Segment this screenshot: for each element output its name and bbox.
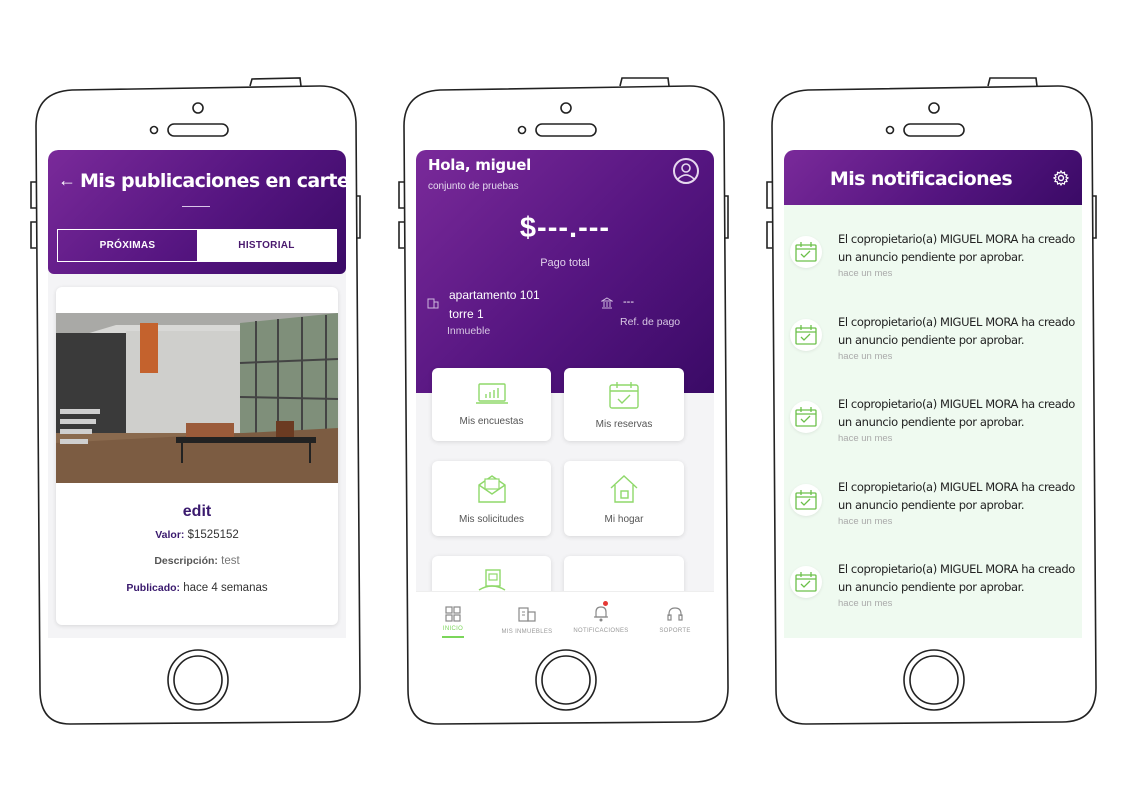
grid-icon xyxy=(445,606,461,622)
nav-mis-inmuebles[interactable]: MIS INMUEBLES xyxy=(490,592,564,638)
notification-text: El copropietario(a) MIGUEL MORA ha cread… xyxy=(838,397,1075,429)
property-line-1: apartamento 101 xyxy=(449,288,540,302)
notification-item[interactable]: El copropietario(a) MIGUEL MORA ha cread… xyxy=(784,478,1082,558)
tile-solicitudes[interactable]: Mis solicitudes xyxy=(432,461,551,536)
calendar-check-icon xyxy=(790,483,822,516)
valor-row: Valor: $1525152 xyxy=(56,529,338,541)
notification-item[interactable]: El copropietario(a) MIGUEL MORA ha cread… xyxy=(784,395,1082,475)
tab-historial[interactable]: HISTORIAL xyxy=(197,230,336,261)
notification-item[interactable]: El copropietario(a) MIGUEL MORA ha cread… xyxy=(784,230,1082,310)
calendar-check-icon xyxy=(790,318,822,351)
conjunto-name: conjunto de pruebas xyxy=(428,181,519,192)
greeting: Hola, miguel xyxy=(428,156,531,174)
nav-label: SOPORTE xyxy=(659,628,691,634)
gear-icon[interactable] xyxy=(1053,170,1069,186)
notification-item[interactable]: El copropietario(a) MIGUEL MORA ha cread… xyxy=(784,313,1082,393)
valor-label: Valor: xyxy=(155,529,185,541)
tile-label: Mis reservas xyxy=(595,419,653,430)
tile-reservas[interactable]: Mis reservas xyxy=(564,368,684,441)
header: Mis notificaciones xyxy=(784,150,1082,205)
screen-publicaciones: ← Mis publicaciones en cartelera PRÓXIMA… xyxy=(48,150,346,638)
tile-encuestas[interactable]: Mis encuestas xyxy=(432,368,551,441)
publicado-label: Publicado: xyxy=(126,582,181,594)
calendar-check-icon xyxy=(790,401,822,433)
notification-time: hace un mes xyxy=(838,268,893,279)
nav-inicio[interactable]: INICIO xyxy=(416,592,490,638)
avatar[interactable] xyxy=(673,158,699,184)
calendar-check-icon xyxy=(790,566,822,598)
header: Hola, miguel conjunto de pruebas $---.--… xyxy=(416,150,714,393)
laptop-chart-icon xyxy=(475,383,508,404)
building-icon xyxy=(518,607,536,622)
total-amount: $---.--- xyxy=(519,212,611,244)
descripcion-row: Descripción: test xyxy=(56,555,338,567)
property-info: apartamento 101 torre 1 xyxy=(449,286,540,324)
building-icon xyxy=(427,298,439,309)
notification-time: hace un mes xyxy=(838,350,893,362)
valor-value: $1525152 xyxy=(187,529,239,541)
descripcion-label: Descripción: xyxy=(154,555,218,567)
property-label: Inmueble xyxy=(447,325,491,337)
arrow-left-icon[interactable]: ← xyxy=(58,170,76,191)
header: ← Mis publicaciones en cartelera PRÓXIMA… xyxy=(48,150,346,274)
notification-dot xyxy=(603,601,608,606)
envelope-icon xyxy=(477,475,506,503)
nav-soporte[interactable]: SOPORTE xyxy=(638,592,712,638)
calendar-check-icon xyxy=(790,236,822,268)
bell-icon xyxy=(594,606,608,622)
house-icon xyxy=(610,475,638,503)
tile-mi-hogar[interactable]: Mi hogar xyxy=(564,461,684,536)
publication-image xyxy=(56,313,338,483)
tile-label: Mi hogar xyxy=(604,514,644,525)
tab-proximas[interactable]: PRÓXIMAS xyxy=(58,230,197,261)
notification-time: hace un mes xyxy=(838,515,893,527)
page-title: Mis publicaciones en cartelera xyxy=(80,170,346,192)
notification-text: El copropietario(a) MIGUEL MORA ha cread… xyxy=(838,314,1075,347)
active-indicator xyxy=(442,636,464,638)
nav-notificaciones[interactable]: NOTIFICACIONES xyxy=(564,592,638,638)
page-title: Mis notificaciones xyxy=(829,168,1013,190)
notification-text: El copropietario(a) MIGUEL MORA ha cread… xyxy=(838,232,1075,264)
notification-text: El copropietario(a) MIGUEL MORA ha cread… xyxy=(838,562,1075,594)
publicado-value: hace 4 semanas xyxy=(183,582,268,594)
payment-ref-label: Ref. de pago xyxy=(620,316,681,328)
notification-item[interactable]: El copropietario(a) MIGUEL MORA ha cread… xyxy=(784,560,1082,638)
payment-ref-value: --- xyxy=(623,296,634,308)
total-amount-label: Pago total xyxy=(540,257,590,269)
property-line-2: torre 1 xyxy=(449,307,484,321)
tab-bar: PRÓXIMAS HISTORIAL xyxy=(57,229,337,262)
calendar-check-icon xyxy=(609,382,639,409)
screen-notificaciones: Mis notificaciones El copropietario(a) M… xyxy=(784,150,1082,638)
notification-time: hace un mes xyxy=(838,598,893,609)
nav-label: MIS INMUEBLES xyxy=(501,629,553,635)
descripcion-value: test xyxy=(221,555,240,567)
publication-name: edit xyxy=(182,503,212,520)
publication-card[interactable]: edit Valor: $1525152 Descripción: test P… xyxy=(56,287,338,625)
notification-text: El copropietario(a) MIGUEL MORA ha cread… xyxy=(838,479,1075,512)
bank-icon xyxy=(601,297,613,309)
bottom-nav: INICIO MIS INMUEBLES NOTIFICACIONES SOPO… xyxy=(416,591,714,638)
publicado-row: Publicado: hace 4 semanas xyxy=(56,582,338,594)
tile-label: Mis encuestas xyxy=(459,416,524,427)
tile-label: Mis solicitudes xyxy=(458,514,525,525)
title-underline xyxy=(182,206,210,207)
notification-time: hace un mes xyxy=(838,433,893,444)
headset-icon xyxy=(667,607,683,621)
screen-inicio: Hola, miguel conjunto de pruebas $---.--… xyxy=(416,150,714,638)
nav-label: INICIO xyxy=(442,626,464,632)
nav-label: NOTIFICACIONES xyxy=(573,628,629,634)
